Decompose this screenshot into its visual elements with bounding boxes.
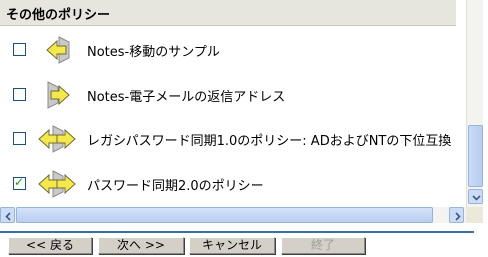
policy-label-3: パスワード同期2.0のポリシー — [87, 179, 264, 194]
vertical-scroll-thumb[interactable] — [468, 125, 483, 187]
policy-row-0[interactable]: Notes-移動のサンプル — [0, 30, 466, 70]
policy-label-1: Notes-電子メールの返信アドレス — [87, 90, 286, 105]
next-button[interactable]: 次へ >> — [98, 237, 184, 254]
policy-list-panel: その他のポリシー Notes-移動のサンプル Notes-電子メールの返信アドレ… — [0, 0, 466, 207]
scroll-down-button[interactable] — [468, 189, 483, 204]
scroll-right-button[interactable] — [449, 207, 464, 223]
policy-arrow-both-icon — [37, 170, 77, 202]
footer-divider — [0, 231, 474, 233]
policy-row-2[interactable]: レガシパスワード同期1.0のポリシー: ADおよびNTの下位互換 — [0, 119, 466, 159]
policy-arrow-right-icon — [45, 81, 71, 113]
policy-checkbox-0[interactable] — [13, 43, 26, 56]
policy-checkbox-1[interactable] — [13, 88, 26, 101]
section-title: その他のポリシー — [6, 8, 111, 23]
scroll-left-button[interactable] — [0, 207, 15, 223]
vertical-scrollbar[interactable] — [466, 0, 483, 207]
policy-label-2: レガシパスワード同期1.0のポリシー: ADおよびNTの下位互換 — [87, 134, 452, 149]
cancel-button[interactable]: キャンセル — [189, 237, 275, 254]
policy-label-0: Notes-移動のサンプル — [87, 45, 220, 60]
policy-arrow-left-icon — [45, 36, 71, 68]
scrollbar-corner — [466, 207, 483, 223]
horizontal-scroll-thumb[interactable] — [16, 207, 433, 223]
chevron-right-icon — [455, 212, 461, 221]
back-button[interactable]: << 戻る — [8, 237, 92, 254]
policy-row-1[interactable]: Notes-電子メールの返信アドレス — [0, 75, 466, 115]
policy-checkbox-3[interactable] — [13, 175, 26, 190]
policy-arrow-both-icon — [37, 125, 77, 157]
chevron-left-icon — [5, 212, 11, 221]
chevron-down-icon — [472, 195, 481, 201]
finish-button[interactable]: 終了 — [281, 237, 365, 254]
section-header: その他のポリシー — [0, 0, 456, 26]
policy-row-3[interactable]: パスワード同期2.0のポリシー — [0, 164, 466, 204]
policy-checkbox-2[interactable] — [13, 132, 26, 145]
horizontal-scrollbar[interactable] — [0, 207, 466, 223]
